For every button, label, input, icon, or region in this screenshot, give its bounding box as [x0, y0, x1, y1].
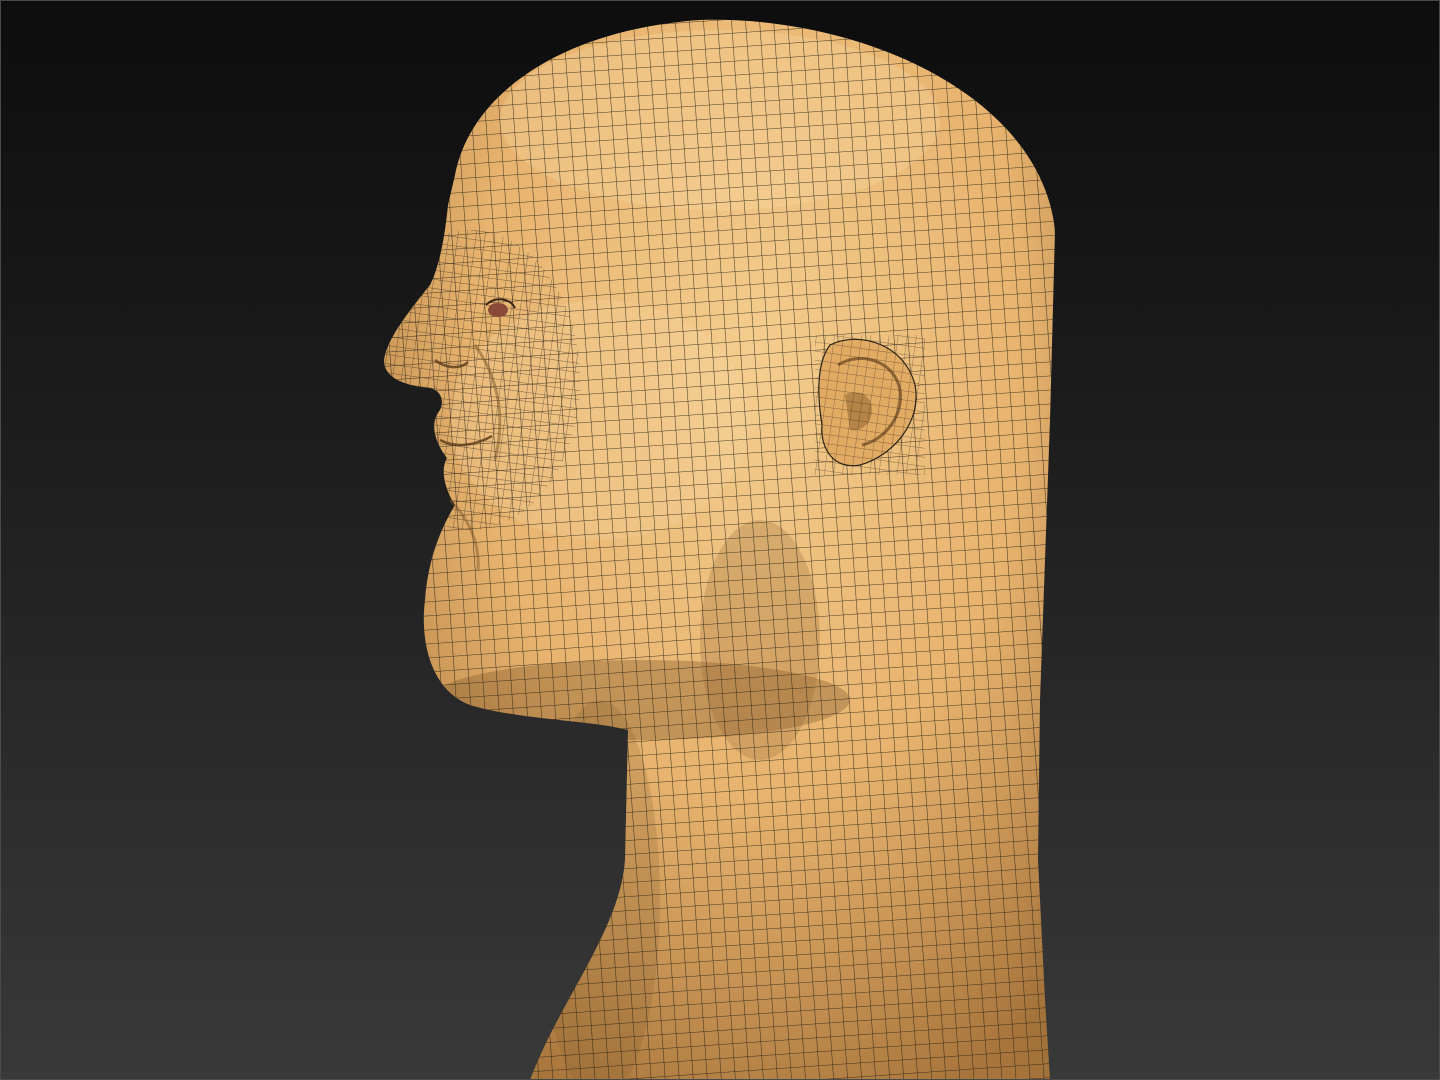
wireframe-mesh — [384, 19, 1055, 1080]
head-model[interactable] — [0, 0, 1440, 1080]
face-dense-mesh — [384, 230, 580, 530]
ear — [815, 335, 925, 475]
3d-viewport[interactable] — [0, 0, 1440, 1080]
